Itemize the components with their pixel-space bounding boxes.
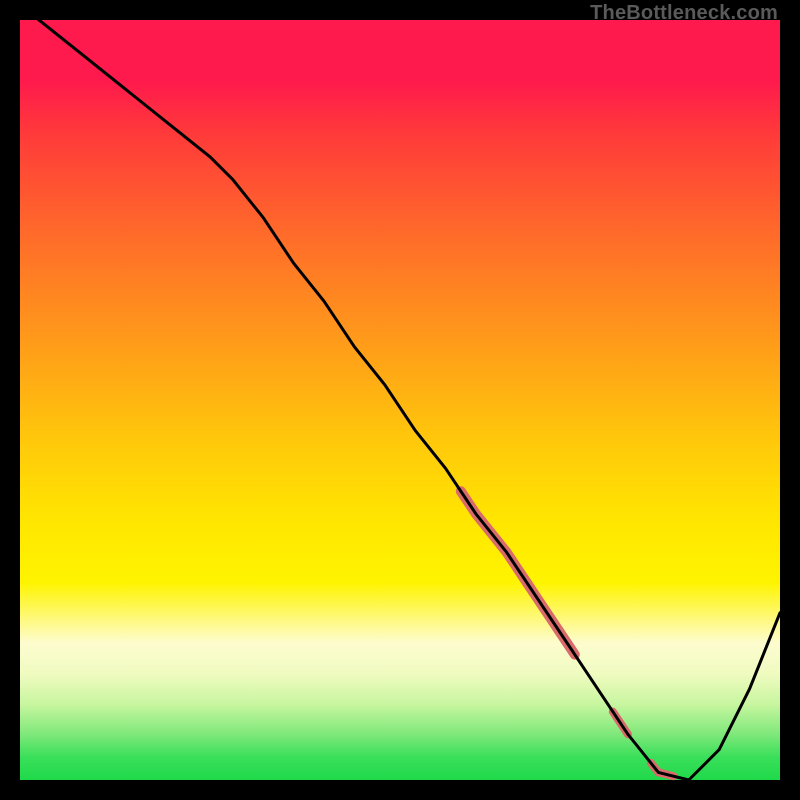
chart-frame: TheBottleneck.com — [20, 20, 780, 780]
chart-svg — [20, 20, 780, 780]
watermark-text: TheBottleneck.com — [590, 2, 778, 25]
bottleneck-curve — [20, 5, 780, 780]
